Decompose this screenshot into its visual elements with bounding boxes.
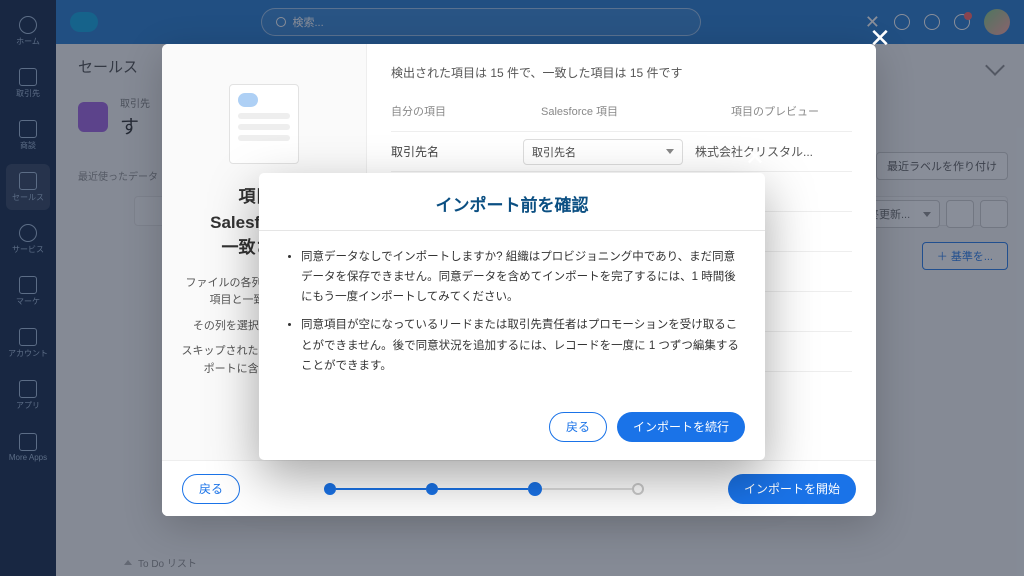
progress-step [324,483,336,495]
confirm-close-button[interactable]: ✕ [741,143,769,172]
confirm-continue-button[interactable]: インポートを続行 [617,412,745,442]
progress-step [632,483,644,495]
confirm-bullet: 同意項目が空になっているリードまたは取引先責任者はプロモーションを受け取ることが… [301,315,739,375]
progress-step-current [528,482,542,496]
mapping-row: 取引先名取引先名株式会社クリスタル... [391,131,852,171]
wizard-close-button[interactable]: ✕ [864,22,896,54]
mapping-sf-field-select[interactable]: 取引先名 [523,139,683,165]
confirm-body: 同意データなしでインポートしますか? 組織はプロビジョニング中であり、まだ同意デ… [259,231,765,402]
mapping-own-field: 取引先名 [391,143,511,160]
chevron-down-icon [666,149,674,154]
wizard-illustration [229,84,299,164]
wizard-back-button[interactable]: 戻る [182,474,240,504]
wizard-detection-summary: 検出された項目は 15 件で、一致した項目は 15 件です [391,64,852,81]
wizard-column-headers: 自分の項目 Salesforce 項目 項目のプレビュー [391,103,852,119]
mapping-preview: 株式会社クリスタル... [695,143,852,160]
confirm-bullet: 同意データなしでインポートしますか? 組織はプロビジョニング中であり、まだ同意デ… [301,247,739,307]
confirm-footer: 戻る インポートを続行 [259,402,765,460]
wizard-start-import-button[interactable]: インポートを開始 [728,474,856,504]
confirm-title: インポート前を確認 [259,173,765,230]
wizard-footer: 戻る インポートを開始 [162,460,876,516]
progress-step [426,483,438,495]
confirm-import-modal: ✕ インポート前を確認 同意データなしでインポートしますか? 組織はプロビジョニ… [259,173,765,460]
wizard-progress [240,482,728,496]
confirm-back-button[interactable]: 戻る [549,412,607,442]
